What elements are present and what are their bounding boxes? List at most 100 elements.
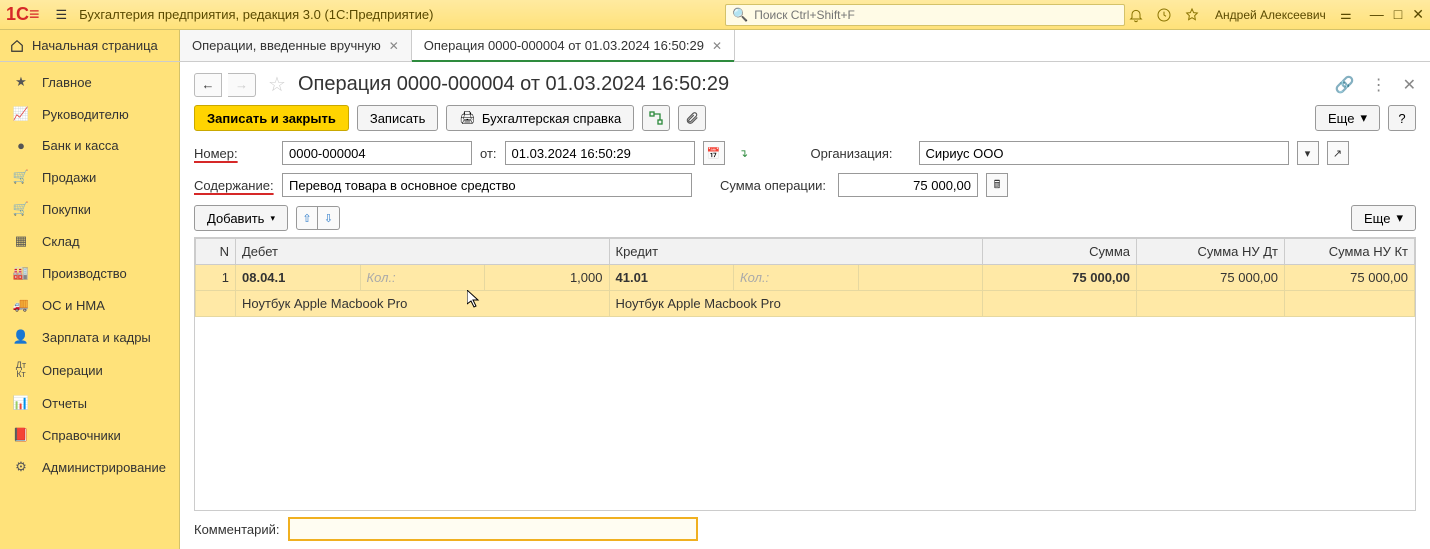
- search-icon: 🔍: [732, 7, 748, 23]
- move-up-button[interactable]: ⇧: [296, 206, 318, 230]
- table-row[interactable]: Ноутбук Apple Macbook Pro Ноутбук Apple …: [196, 291, 1415, 317]
- cell-debit-acc[interactable]: 08.04.1: [236, 265, 361, 291]
- calendar-icon[interactable]: 📅: [703, 141, 725, 165]
- home-icon: [10, 39, 24, 53]
- save-button[interactable]: Записать: [357, 105, 439, 131]
- cell-credit-qty[interactable]: [858, 265, 983, 291]
- search-box[interactable]: 🔍: [725, 4, 1125, 26]
- button-label: Еще: [1328, 111, 1354, 126]
- kebab-icon[interactable]: ⋮: [1371, 75, 1387, 95]
- sidebar-item-operations[interactable]: ДтКтОперации: [0, 353, 179, 387]
- comment-input[interactable]: [288, 517, 698, 541]
- history-icon[interactable]: [1156, 7, 1178, 23]
- more-button[interactable]: Еще ▾: [1315, 105, 1380, 131]
- chart-icon: 📈: [12, 106, 30, 122]
- number-label: Номер:: [194, 146, 274, 161]
- cell-credit-name[interactable]: Ноутбук Apple Macbook Pro: [609, 291, 983, 317]
- comment-label: Комментарий:: [194, 522, 280, 537]
- cell-sum[interactable]: 75 000,00: [983, 265, 1137, 291]
- table-row[interactable]: 1 08.04.1 Кол.: 1,000 41.01 Кол.: 75 000…: [196, 265, 1415, 291]
- bars-icon: 📊: [12, 395, 30, 411]
- link-icon[interactable]: 🔗: [1335, 75, 1355, 95]
- sidebar-item-salary[interactable]: 👤Зарплата и кадры: [0, 321, 179, 353]
- app-logo: 1C≡: [6, 4, 40, 25]
- button-label: Еще: [1364, 211, 1390, 226]
- search-input[interactable]: [752, 7, 1118, 23]
- person-icon: 👤: [12, 329, 30, 345]
- cell-debit-name[interactable]: Ноутбук Apple Macbook Pro: [236, 291, 610, 317]
- star-icon[interactable]: [1184, 7, 1206, 23]
- user-name[interactable]: Андрей Алексеевич: [1215, 8, 1326, 22]
- sidebar-item-warehouse[interactable]: ▦Склад: [0, 225, 179, 257]
- sidebar-item-refs[interactable]: 📕Справочники: [0, 419, 179, 451]
- tab-close-icon[interactable]: ✕: [712, 39, 722, 53]
- minimize-button[interactable]: —: [1370, 6, 1384, 23]
- sidebar-item-admin[interactable]: ⚙Администрирование: [0, 451, 179, 483]
- col-nu-kt: Сумма НУ Кт: [1285, 239, 1415, 265]
- sidebar-item-label: Главное: [42, 75, 92, 90]
- truck-icon: 🚚: [12, 297, 30, 313]
- number-input[interactable]: [282, 141, 472, 165]
- bell-icon[interactable]: [1128, 7, 1150, 23]
- menu-icon[interactable]: ☰: [56, 7, 68, 23]
- post-icon[interactable]: ↴: [733, 141, 755, 165]
- add-row-button[interactable]: Добавить ▾: [194, 205, 288, 231]
- sum-input[interactable]: [838, 173, 978, 197]
- sidebar: ★ Главное 📈Руководителю ● Банк и касса 🛒 Пр…: [0, 62, 180, 549]
- close-window-button[interactable]: ✕: [1412, 6, 1424, 23]
- col-credit: Кредит: [609, 239, 983, 265]
- tab-label: Операции, введенные вручную: [192, 38, 381, 53]
- sidebar-item-label: Банк и касса: [42, 138, 119, 153]
- chevron-down-icon: ▾: [270, 213, 275, 224]
- sidebar-item-label: Продажи: [42, 170, 96, 185]
- cell-credit-acc[interactable]: 41.01: [609, 265, 734, 291]
- tab-operations-list[interactable]: Операции, введенные вручную ✕: [180, 30, 412, 61]
- sidebar-item-sales[interactable]: 🛒 Продажи: [0, 161, 179, 193]
- sidebar-item-label: Отчеты: [42, 396, 87, 411]
- dropdown-icon[interactable]: ▾: [1297, 141, 1319, 165]
- sidebar-item-main[interactable]: ★ Главное: [0, 66, 179, 98]
- sidebar-item-label: Склад: [42, 234, 80, 249]
- sidebar-item-reports[interactable]: 📊 Отчеты: [0, 387, 179, 419]
- org-input[interactable]: [919, 141, 1289, 165]
- save-close-button[interactable]: Записать и закрыть: [194, 105, 349, 131]
- nav-back-button[interactable]: ←: [194, 73, 222, 97]
- sidebar-item-label: Операции: [42, 363, 103, 378]
- sidebar-item-assets[interactable]: 🚚ОС и НМА: [0, 289, 179, 321]
- content-input[interactable]: [282, 173, 692, 197]
- home-tab[interactable]: Начальная страница: [0, 30, 180, 61]
- cell-nu-dt[interactable]: 75 000,00: [1137, 265, 1285, 291]
- cell-debit-qty[interactable]: 1,000: [485, 265, 610, 291]
- sidebar-item-production[interactable]: 🏭Производство: [0, 257, 179, 289]
- favorite-star-icon[interactable]: ☆: [268, 72, 286, 97]
- cart-icon: 🛒: [12, 169, 30, 185]
- settings-lines-icon[interactable]: ⚌: [1335, 7, 1357, 23]
- sidebar-item-manager[interactable]: 📈Руководителю: [0, 98, 179, 130]
- table-header-row: N Дебет Кредит Сумма Сумма НУ Дт Сумма Н…: [196, 239, 1415, 265]
- cell-qty-label: Кол.:: [360, 265, 485, 291]
- chevron-down-icon: ▾: [1396, 210, 1403, 226]
- move-down-button[interactable]: ⇩: [318, 206, 340, 230]
- entries-table[interactable]: N Дебет Кредит Сумма Сумма НУ Дт Сумма Н…: [194, 237, 1416, 511]
- tab-close-icon[interactable]: ✕: [389, 39, 399, 53]
- table-more-button[interactable]: Еще ▾: [1351, 205, 1416, 231]
- tab-operation-doc[interactable]: Операция 0000-000004 от 01.03.2024 16:50…: [412, 30, 735, 61]
- star-icon: ★: [12, 74, 30, 90]
- relations-button[interactable]: [642, 105, 670, 131]
- chevron-down-icon: ▾: [1360, 110, 1367, 126]
- open-icon[interactable]: ↗: [1327, 141, 1349, 165]
- coin-icon: ●: [12, 138, 30, 153]
- close-doc-icon[interactable]: ✕: [1403, 75, 1416, 95]
- cell-nu-kt[interactable]: 75 000,00: [1285, 265, 1415, 291]
- sidebar-item-label: Администрирование: [42, 460, 166, 475]
- attach-button[interactable]: [678, 105, 706, 131]
- sidebar-item-purchases[interactable]: 🛒Покупки: [0, 193, 179, 225]
- date-input[interactable]: [505, 141, 695, 165]
- maximize-button[interactable]: □: [1394, 6, 1402, 23]
- nav-forward-button[interactable]: →: [228, 73, 256, 97]
- accounting-report-button[interactable]: 🖨 Бухгалтерская справка: [446, 105, 634, 131]
- sidebar-item-bank[interactable]: ● Банк и касса: [0, 130, 179, 161]
- help-button[interactable]: ?: [1388, 105, 1416, 131]
- content: ← → ☆ Операция 0000-000004 от 01.03.2024…: [180, 62, 1430, 549]
- calc-icon[interactable]: 🖩: [986, 173, 1008, 197]
